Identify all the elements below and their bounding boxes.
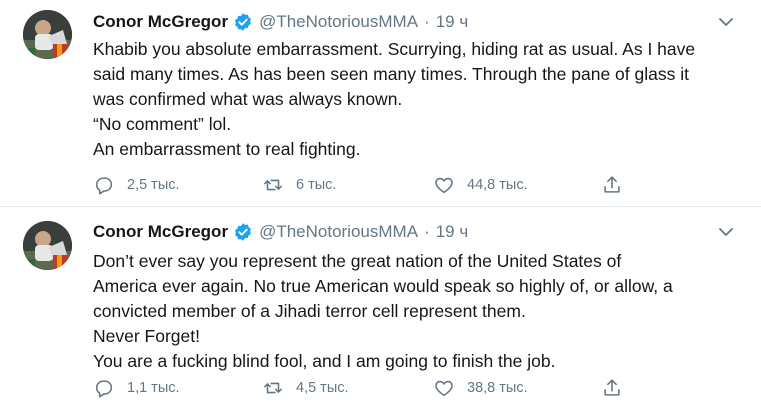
tweet-text-line: Don’t ever say you represent the great n…	[93, 251, 622, 271]
like-count: 44,8 тыс.	[467, 177, 528, 193]
tweet[interactable]: Conor McGregor @TheNotoriousMMA · 19 ч D…	[0, 207, 761, 417]
reply-bubble-icon	[93, 174, 115, 196]
retweet-count: 4,5 тыс.	[296, 380, 349, 396]
verified-badge-icon	[233, 222, 253, 242]
reply-count: 2,5 тыс.	[127, 177, 180, 193]
tweet-text: Khabib you absolute embarrassment. Scurr…	[93, 37, 733, 162]
author-handle[interactable]: @TheNotoriousMMA	[259, 12, 418, 32]
heart-icon	[433, 377, 455, 399]
retweet-icon	[262, 377, 284, 399]
like-count: 38,8 тыс.	[467, 380, 528, 396]
tweet-header: Conor McGregor @TheNotoriousMMA · 19 ч	[93, 9, 468, 35]
like-button[interactable]: 38,8 тыс.	[433, 375, 528, 401]
share-button[interactable]	[601, 375, 623, 401]
tweet-text-line: “No comment” lol.	[93, 114, 232, 134]
verified-badge-icon	[233, 12, 253, 32]
chevron-down-icon[interactable]	[717, 13, 735, 31]
tweet-timestamp[interactable]: 19 ч	[436, 222, 469, 242]
tweet-feed: Conor McGregor @TheNotoriousMMA · 19 ч K…	[0, 0, 761, 417]
chevron-down-icon[interactable]	[717, 223, 735, 241]
tweet-timestamp[interactable]: 19 ч	[436, 12, 469, 32]
share-icon	[601, 377, 623, 399]
tweet-actions: 1,1 тыс. 4,5 тыс. 38,8 тыс.	[93, 375, 633, 401]
heart-icon	[433, 174, 455, 196]
author-handle[interactable]: @TheNotoriousMMA	[259, 222, 418, 242]
reply-button[interactable]: 2,5 тыс.	[93, 172, 180, 198]
tweet-text-line: was confirmed what was always known.	[93, 89, 403, 109]
reply-count: 1,1 тыс.	[127, 380, 180, 396]
avatar[interactable]	[23, 10, 72, 59]
author-name[interactable]: Conor McGregor	[93, 222, 228, 242]
tweet-text-line: Never Forget!	[93, 326, 200, 346]
retweet-button[interactable]: 4,5 тыс.	[262, 375, 349, 401]
avatar[interactable]	[23, 221, 72, 270]
tweet-text-line: You are a fucking blind fool, and I am g…	[93, 351, 556, 371]
like-button[interactable]: 44,8 тыс.	[433, 172, 528, 198]
retweet-count: 6 тыс.	[296, 177, 337, 193]
author-name[interactable]: Conor McGregor	[93, 12, 228, 32]
tweet-text-line: Khabib you absolute embarrassment. Scurr…	[93, 39, 696, 59]
reply-button[interactable]: 1,1 тыс.	[93, 375, 180, 401]
reply-bubble-icon	[93, 377, 115, 399]
tweet[interactable]: Conor McGregor @TheNotoriousMMA · 19 ч K…	[0, 0, 761, 207]
tweet-text-line: An embarrassment to real fighting.	[93, 139, 361, 159]
separator-dot: ·	[424, 12, 430, 31]
tweet-header: Conor McGregor @TheNotoriousMMA · 19 ч	[93, 219, 468, 245]
share-icon	[601, 174, 623, 196]
tweet-text-line: said many times. As has been seen many t…	[93, 64, 689, 84]
retweet-button[interactable]: 6 тыс.	[262, 172, 336, 198]
share-button[interactable]	[601, 172, 623, 198]
tweet-text: Don’t ever say you represent the great n…	[93, 249, 733, 374]
retweet-icon	[262, 174, 284, 196]
tweet-text-line: convicted member of a Jihadi terror cell…	[93, 301, 526, 321]
tweet-text-line: America ever again. No true American wou…	[93, 276, 673, 296]
tweet-actions: 2,5 тыс. 6 тыс. 44,8 тыс.	[93, 172, 633, 198]
separator-dot: ·	[424, 222, 430, 241]
